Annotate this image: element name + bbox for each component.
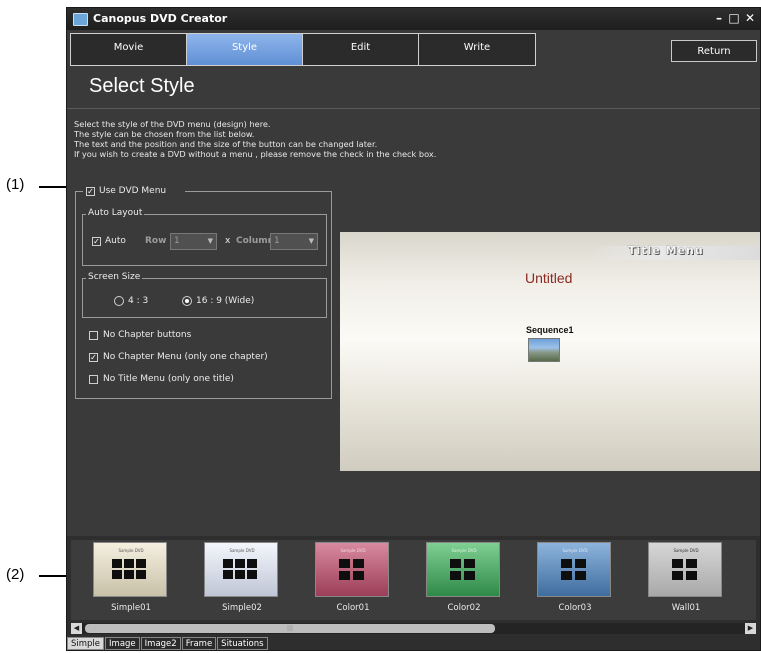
tab-edit[interactable]: Edit (303, 34, 419, 65)
ratio-4-3-label: 4 : 3 (128, 296, 149, 306)
description-line: Select the style of the DVD menu (design… (74, 119, 271, 129)
tab-simple[interactable]: Simple (67, 637, 105, 650)
preview-title-menu: Title Menu (628, 244, 704, 257)
style-name: Simple01 (111, 603, 151, 613)
style-thumbnail: Sample DVD (648, 542, 722, 597)
callout-2: (2) (6, 566, 25, 583)
style-name: Color02 (447, 603, 481, 613)
style-name: Color03 (558, 603, 592, 613)
ratio-4-3-radio[interactable] (114, 296, 124, 306)
page-title: Select Style (89, 75, 195, 97)
tab-image[interactable]: Image (105, 637, 140, 650)
maximize-icon[interactable]: □ (727, 11, 741, 25)
tab-style[interactable]: Style (187, 34, 303, 65)
style-category-tabs: Simple Image Image2 Frame Situations (67, 637, 269, 650)
description-line: If you wish to create a DVD without a me… (74, 149, 437, 159)
ratio-16-9-radio[interactable] (182, 296, 192, 306)
description-line: The style can be chosen from the list be… (74, 129, 255, 139)
window-title: Canopus DVD Creator (93, 12, 228, 25)
style-thumbnail: Sample DVD (315, 542, 389, 597)
use-dvd-menu-label: Use DVD Menu (99, 186, 167, 196)
style-thumbnail: Sample DVD (93, 542, 167, 597)
column-label: Column (236, 236, 275, 246)
chevron-down-icon: ▼ (308, 237, 314, 245)
no-chapter-menu-checkbox[interactable]: ✓ (89, 353, 98, 362)
app-icon (73, 13, 88, 26)
app-window: Canopus DVD Creator – □ ✕ Movie Style Ed… (66, 7, 761, 651)
tab-frame[interactable]: Frame (181, 637, 217, 650)
style-name: Simple02 (222, 603, 262, 613)
close-icon[interactable]: ✕ (743, 11, 757, 25)
auto-layout-label: Auto Layout (86, 208, 145, 218)
times-label: x (225, 236, 231, 246)
no-chapter-buttons-checkbox[interactable] (89, 331, 98, 340)
description-line: The text and the position and the size o… (74, 139, 378, 149)
screen-size-label: Screen Size (86, 272, 143, 282)
return-button[interactable]: Return (671, 40, 757, 62)
minimize-icon[interactable]: – (712, 11, 726, 25)
tab-write[interactable]: Write (419, 34, 535, 65)
use-dvd-menu-checkbox[interactable]: ✓ (86, 187, 95, 196)
no-title-menu-checkbox[interactable] (89, 375, 98, 384)
preview-item-label[interactable]: Sequence1 (526, 325, 574, 335)
tab-image2[interactable]: Image2 (140, 637, 181, 650)
preview-item-thumbnail[interactable] (528, 338, 560, 362)
column-select[interactable]: 1 ▼ (270, 233, 318, 250)
style-thumbnail: Sample DVD (426, 542, 500, 597)
style-thumbnail: Sample DVD (537, 542, 611, 597)
preview-heading[interactable]: Untitled (525, 270, 572, 286)
callout-1: (1) (6, 176, 25, 193)
menu-preview: Title Menu Untitled Sequence1 (340, 232, 760, 471)
title-bar: Canopus DVD Creator – □ ✕ (67, 8, 760, 30)
scroll-left-icon[interactable]: ◀ (71, 623, 82, 634)
style-list-scrollbar[interactable]: ◀ ||| ▶ (71, 623, 756, 634)
row-label: Row (145, 236, 167, 246)
no-chapter-menu-label: No Chapter Menu (only one chapter) (103, 352, 268, 362)
divider (67, 108, 760, 109)
scroll-thumb[interactable]: ||| (85, 624, 495, 633)
style-name: Wall01 (671, 603, 701, 613)
no-chapter-buttons-label: No Chapter buttons (103, 330, 192, 340)
scroll-right-icon[interactable]: ▶ (745, 623, 756, 634)
row-select[interactable]: 1 ▼ (170, 233, 217, 250)
style-thumbnail: Sample DVD (204, 542, 278, 597)
auto-checkbox[interactable]: ✓ (92, 237, 101, 246)
tab-movie[interactable]: Movie (71, 34, 187, 65)
row-value: 1 (174, 236, 180, 246)
description: Select the style of the DVD menu (design… (74, 119, 436, 159)
chevron-down-icon: ▼ (207, 237, 213, 245)
ratio-16-9-label: 16 : 9 (Wide) (196, 296, 255, 306)
style-name: Color01 (336, 603, 370, 613)
tab-situations[interactable]: Situations (217, 637, 268, 650)
style-panel: Sample DVD Simple01 Sample DVD Simple02 … (67, 536, 760, 650)
main-tabs: Movie Style Edit Write (70, 33, 536, 66)
no-title-menu-label: No Title Menu (only one title) (103, 374, 234, 384)
style-list: Sample DVD Simple01 Sample DVD Simple02 … (71, 540, 756, 620)
auto-label: Auto (105, 236, 126, 246)
column-value: 1 (274, 236, 280, 246)
